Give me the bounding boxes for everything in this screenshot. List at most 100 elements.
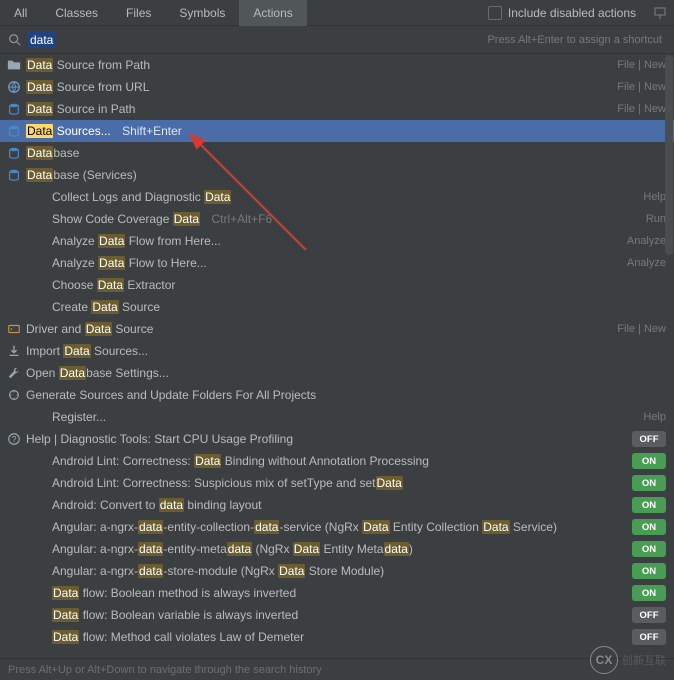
result-label: Android Lint: Correctness: Data Binding … (26, 454, 632, 468)
toggle-switch[interactable]: ON (632, 475, 666, 491)
result-row[interactable]: Data Sources... Shift+Enter (0, 120, 674, 142)
blank-icon (6, 563, 22, 579)
blank-icon (6, 233, 22, 249)
toggle-switch[interactable]: ON (632, 519, 666, 535)
result-label: Collect Logs and Diagnostic Data (26, 190, 643, 204)
db-icon (6, 145, 22, 161)
blank-icon (6, 475, 22, 491)
result-label: Data flow: Boolean method is always inve… (26, 586, 632, 600)
toggle-switch[interactable]: ON (632, 563, 666, 579)
result-context: File | New (617, 323, 666, 335)
result-row[interactable]: Data flow: Method call violates Law of D… (0, 626, 674, 648)
blank-icon (6, 585, 22, 601)
url-icon (6, 79, 22, 95)
result-row[interactable]: Android Lint: Correctness: Data Binding … (0, 450, 674, 472)
checkbox-label: Include disabled actions (508, 6, 636, 20)
blank-icon (6, 629, 22, 645)
toggle-switch[interactable]: ON (632, 497, 666, 513)
result-row[interactable]: Data flow: Boolean method is always inve… (0, 582, 674, 604)
toggle-switch[interactable]: ON (632, 585, 666, 601)
result-label: Driver and Data Source (26, 322, 617, 336)
checkbox-icon (488, 6, 502, 20)
result-row[interactable]: Collect Logs and Diagnostic DataHelp (0, 186, 674, 208)
result-label: Data flow: Boolean variable is always in… (26, 608, 632, 622)
result-row[interactable]: Choose Data Extractor (0, 274, 674, 296)
result-row[interactable]: Show Code Coverage Data Ctrl+Alt+F6Run (0, 208, 674, 230)
blank-icon (6, 453, 22, 469)
tab-all[interactable]: All (0, 0, 41, 26)
search-icon (8, 33, 22, 47)
blank-icon (6, 255, 22, 271)
result-label: Create Data Source (26, 300, 666, 314)
result-row[interactable]: ? Help | Diagnostic Tools: Start CPU Usag… (0, 428, 674, 450)
blank-icon (6, 277, 22, 293)
result-label: Analyze Data Flow from Here... (26, 234, 627, 248)
tab-files[interactable]: Files (112, 0, 165, 26)
result-label: Help | Diagnostic Tools: Start CPU Usage… (26, 432, 632, 446)
result-context: File | New (617, 81, 666, 93)
blank-icon (6, 409, 22, 425)
result-row[interactable]: Database (0, 142, 674, 164)
search-row: data Press Alt+Enter to assign a shortcu… (0, 26, 674, 54)
result-context: Help (643, 191, 666, 203)
shortcut-text: Ctrl+Alt+F6 (211, 212, 272, 226)
result-label: Angular: a-ngrx-data-store-module (NgRx … (26, 564, 632, 578)
result-label: Analyze Data Flow to Here... (26, 256, 627, 270)
import-icon (6, 343, 22, 359)
result-context: Analyze (627, 235, 666, 247)
include-disabled-checkbox[interactable]: Include disabled actions (488, 6, 644, 20)
shortcut-hint: Press Alt+Enter to assign a shortcut (487, 34, 666, 46)
result-row[interactable]: Driver and Data SourceFile | New (0, 318, 674, 340)
search-input[interactable]: data (28, 32, 55, 48)
blank-icon (6, 541, 22, 557)
svg-text:?: ? (12, 435, 17, 445)
result-row[interactable]: Database (Services) (0, 164, 674, 186)
result-label: Data flow: Method call violates Law of D… (26, 630, 632, 644)
db-icon (6, 101, 22, 117)
result-label: Import Data Sources... (26, 344, 666, 358)
result-label: Data Sources... Shift+Enter (26, 124, 666, 138)
result-label: Database (26, 146, 666, 160)
result-row[interactable]: Analyze Data Flow from Here...Analyze (0, 230, 674, 252)
toggle-switch[interactable]: ON (632, 453, 666, 469)
blank-icon (6, 211, 22, 227)
toggle-switch[interactable]: ON (632, 541, 666, 557)
result-label: Open Database Settings... (26, 366, 666, 380)
result-row[interactable]: Angular: a-ngrx-data-entity-collection-d… (0, 516, 674, 538)
result-row[interactable]: Import Data Sources... (0, 340, 674, 362)
tab-actions[interactable]: Actions (239, 0, 306, 26)
result-context: File | New (617, 103, 666, 115)
toggle-switch[interactable]: OFF (632, 431, 666, 447)
result-row[interactable]: Create Data Source (0, 296, 674, 318)
result-label: Database (Services) (26, 168, 666, 182)
blank-icon (6, 497, 22, 513)
result-row[interactable]: Angular: a-ngrx-data-store-module (NgRx … (0, 560, 674, 582)
tab-symbols[interactable]: Symbols (165, 0, 239, 26)
shortcut-text: Shift+Enter (122, 124, 182, 138)
result-row[interactable]: Android: Convert to data binding layoutO… (0, 494, 674, 516)
tab-classes[interactable]: Classes (41, 0, 112, 26)
result-row[interactable]: Data Source from PathFile | New (0, 54, 674, 76)
watermark-text: 创新互联 (622, 652, 666, 668)
result-label: Android Lint: Correctness: Suspicious mi… (26, 476, 632, 490)
result-row[interactable]: Data Source in PathFile | New (0, 98, 674, 120)
result-row[interactable]: Android Lint: Correctness: Suspicious mi… (0, 472, 674, 494)
toggle-switch[interactable]: OFF (632, 629, 666, 645)
result-label: Show Code Coverage Data Ctrl+Alt+F6 (26, 212, 646, 226)
search-tabs: All Classes Files Symbols Actions Includ… (0, 0, 674, 26)
blank-icon (6, 607, 22, 623)
result-row[interactable]: Register...Help (0, 406, 674, 428)
pin-icon[interactable] (652, 5, 668, 21)
scrollbar[interactable] (665, 55, 673, 255)
result-row[interactable]: Open Database Settings... (0, 362, 674, 384)
result-row[interactable]: Data Source from URLFile | New (0, 76, 674, 98)
result-row[interactable]: Generate Sources and Update Folders For … (0, 384, 674, 406)
db-blue-icon (6, 123, 22, 139)
wrench-icon (6, 365, 22, 381)
results-list: Data Source from PathFile | NewData Sour… (0, 54, 674, 648)
toggle-switch[interactable]: OFF (632, 607, 666, 623)
result-row[interactable]: Data flow: Boolean variable is always in… (0, 604, 674, 626)
blank-icon (6, 519, 22, 535)
result-row[interactable]: Angular: a-ngrx-data-entity-metadata (Ng… (0, 538, 674, 560)
result-row[interactable]: Analyze Data Flow to Here...Analyze (0, 252, 674, 274)
